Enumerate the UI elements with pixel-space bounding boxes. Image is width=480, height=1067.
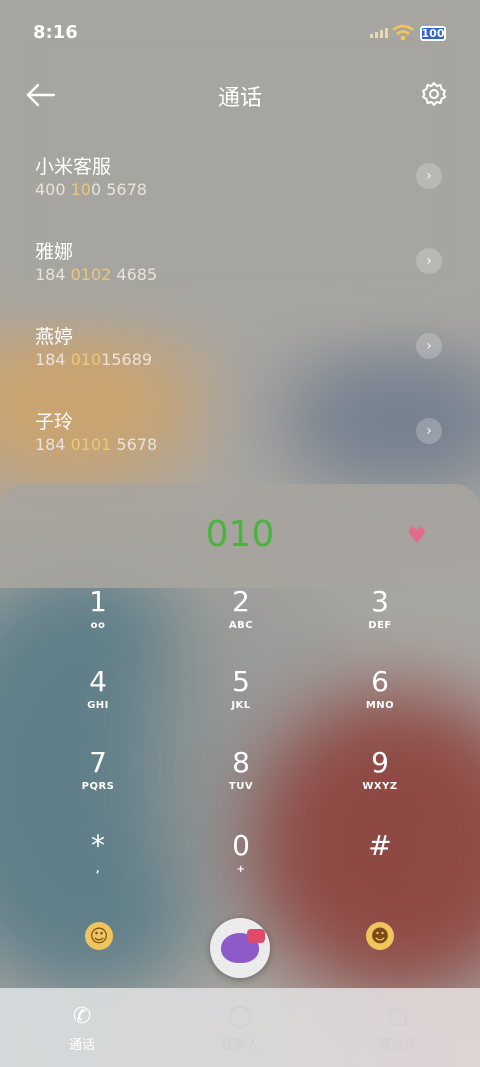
contact-icon: ◯ xyxy=(227,1003,253,1029)
battery-icon: 100 xyxy=(420,26,446,41)
key-4[interactable]: 4 GHI xyxy=(38,666,158,712)
contact-number: 184 01015689 xyxy=(35,350,153,369)
settings-gear-icon[interactable] xyxy=(421,81,447,107)
call-button[interactable] xyxy=(210,918,270,978)
phone-icon: ✆ xyxy=(72,1003,92,1029)
chevron-right-icon[interactable]: › xyxy=(416,163,442,189)
contact-name: 燕婷 xyxy=(35,326,74,348)
heart-icon[interactable]: ♥ xyxy=(407,524,427,549)
status-bar: 8:16 100 xyxy=(0,0,480,64)
key-7[interactable]: 7 PQRS xyxy=(38,747,158,793)
key-5[interactable]: 5 JKL xyxy=(181,666,301,712)
key-3[interactable]: 3 DEF xyxy=(320,586,440,632)
chevron-right-icon[interactable]: › xyxy=(416,418,442,444)
store-icon: ▢ xyxy=(387,1003,409,1029)
contact-name: 子玲 xyxy=(35,411,74,433)
key-9[interactable]: 9 WXYZ xyxy=(320,747,440,793)
tab-calls[interactable]: ✆ 通话 xyxy=(32,1002,132,1054)
key-2[interactable]: 2 ABC xyxy=(181,586,301,632)
chevron-right-icon[interactable]: › xyxy=(416,248,442,274)
key-0[interactable]: 0 + xyxy=(181,830,301,876)
key-6[interactable]: 6 MNO xyxy=(320,666,440,712)
contact-name: 雅娜 xyxy=(35,241,74,263)
contact-number: 184 0101 5678 xyxy=(35,435,158,454)
signal-icon xyxy=(370,28,388,38)
smile-emoji-icon[interactable]: ☺ xyxy=(85,922,113,950)
bottom-tab-bar: ✆ 通话 ◯ 联系人 ▢ 营业厅 xyxy=(0,988,480,1067)
wifi-icon xyxy=(392,24,414,41)
key-1[interactable]: 1 oo xyxy=(38,586,158,632)
tab-store[interactable]: ▢ 营业厅 xyxy=(348,1002,448,1054)
key-star[interactable]: *, xyxy=(38,830,158,876)
contact-item[interactable]: 子玲 184 0101 5678 › xyxy=(0,393,480,478)
status-time: 8:16 xyxy=(33,22,78,43)
page-title: 通话 xyxy=(217,86,262,111)
contact-item[interactable]: 雅娜 184 0102 4685 › xyxy=(0,223,480,308)
contact-number: 400 100 5678 xyxy=(35,180,147,199)
contact-item[interactable]: 小米客服 400 100 5678 › xyxy=(0,138,480,223)
wink-emoji-icon[interactable]: ☻ xyxy=(366,922,394,950)
contact-suggestion-list: 小米客服 400 100 5678 › 雅娜 184 0102 4685 › 燕… xyxy=(0,138,480,478)
contact-item[interactable]: 燕婷 184 01015689 › xyxy=(0,308,480,393)
header: 通话 xyxy=(0,70,480,120)
call-character-icon xyxy=(221,929,265,963)
key-8[interactable]: 8 TUV xyxy=(181,747,301,793)
contact-name: 小米客服 xyxy=(35,156,112,178)
key-hash[interactable]: # xyxy=(320,830,440,864)
dial-input-bar: 010 ♥ xyxy=(0,484,480,588)
tab-contacts[interactable]: ◯ 联系人 xyxy=(190,1002,290,1054)
chevron-right-icon[interactable]: › xyxy=(416,333,442,359)
contact-number: 184 0102 4685 xyxy=(35,265,158,284)
